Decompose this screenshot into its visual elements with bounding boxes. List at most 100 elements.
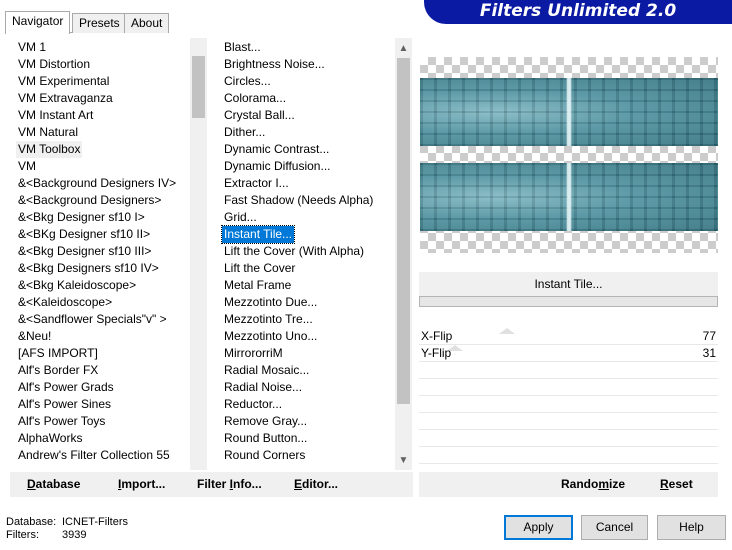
help-button[interactable]: Help — [657, 515, 726, 540]
category-item[interactable]: VM Experimental — [16, 73, 111, 90]
randomize-button-mnemonic: m — [598, 477, 610, 491]
category-item[interactable]: &<BKg Designer sf10 II> — [16, 226, 152, 243]
banner-title: Filters Unlimited 2.0 — [479, 1, 677, 21]
category-item[interactable]: Andrew's Filter Collection 55 — [16, 447, 172, 464]
filter-scroll-thumb[interactable] — [397, 58, 410, 404]
filter-item[interactable]: Dynamic Contrast... — [222, 141, 331, 158]
filter-item[interactable]: Extractor I... — [222, 175, 291, 192]
empty-slider-row — [419, 379, 718, 396]
category-item[interactable]: &<Sandflower Specials"v" > — [16, 311, 169, 328]
slider-label: Y-Flip — [421, 346, 452, 360]
category-scroll-thumb[interactable] — [192, 56, 205, 118]
reset-button-label: eset — [668, 477, 693, 491]
preview-image[interactable] — [420, 57, 718, 253]
category-item[interactable]: &<Kaleidoscope> — [16, 294, 114, 311]
filter-item[interactable]: Blast... — [222, 39, 263, 56]
category-item[interactable]: VM Distortion — [16, 56, 92, 73]
category-item[interactable]: &<Bkg Kaleidoscope> — [16, 277, 138, 294]
progress-bar — [419, 296, 718, 307]
category-item[interactable]: VM Instant Art — [16, 107, 95, 124]
database-button-label: atabase — [35, 477, 81, 491]
filter-info-button-label-pre: Filter — [197, 477, 230, 491]
cancel-button[interactable]: Cancel — [581, 515, 648, 540]
category-item[interactable]: VM Natural — [16, 124, 80, 141]
filter-item[interactable]: Reductor... — [222, 396, 284, 413]
scroll-down-arrow-icon[interactable]: ▼ — [395, 452, 412, 469]
filter-item[interactable]: Mezzotinto Due... — [222, 294, 319, 311]
filter-item[interactable]: Dynamic Diffusion... — [222, 158, 332, 175]
filter-item[interactable]: Remove Gray... — [222, 413, 309, 430]
filter-item[interactable]: Radial Mosaic... — [222, 362, 311, 379]
category-item[interactable]: VM Extravaganza — [16, 90, 115, 107]
empty-slider-row — [419, 413, 718, 430]
filter-item[interactable]: Grid... — [222, 209, 259, 226]
category-item[interactable]: &<Background Designers> — [16, 192, 163, 209]
category-item[interactable]: [AFS IMPORT] — [16, 345, 100, 362]
editor-button[interactable]: Editor... — [294, 472, 338, 497]
filter-item[interactable]: Crystal Ball... — [222, 107, 297, 124]
scroll-up-arrow-icon[interactable]: ▲ — [395, 40, 412, 57]
filter-list[interactable]: Blast... Brightness Noise... Circles... Col… — [221, 36, 395, 468]
status-database-label: Database: — [6, 516, 57, 528]
filter-item[interactable]: Brightness Noise... — [222, 56, 327, 73]
filter-scrollbar[interactable]: ▲ ▼ — [395, 38, 412, 470]
tab-about[interactable]: About — [124, 13, 170, 33]
category-item[interactable]: &<Bkg Designer sf10 I> — [16, 209, 147, 226]
tab-navigator[interactable]: Navigator — [5, 11, 71, 34]
randomize-button[interactable]: Randomize — [561, 472, 625, 497]
category-item[interactable]: VM — [16, 158, 38, 175]
empty-slider-row — [419, 396, 718, 413]
category-item[interactable]: &<Bkg Designer sf10 III> — [16, 243, 153, 260]
empty-slider-row — [419, 362, 718, 379]
category-item[interactable]: Alf's Border FX — [16, 362, 100, 379]
reset-button-mnemonic: R — [660, 477, 669, 491]
filter-item[interactable]: Mezzotinto Tre... — [222, 311, 315, 328]
filter-item[interactable]: Round Corners — [222, 447, 307, 464]
category-list[interactable]: VM 1 VM Distortion VM Experimental VM Extra… — [14, 36, 190, 468]
randomize-button-label-pre: Rando — [561, 477, 599, 491]
filter-item[interactable]: Round Button... — [222, 430, 309, 447]
category-item[interactable]: Alf's Power Toys — [16, 413, 107, 430]
category-item[interactable]: AlphaWorks — [16, 430, 84, 447]
filter-info-button[interactable]: Filter Info... — [197, 472, 262, 497]
status-filters-label: Filters: — [6, 529, 39, 541]
slider-marker — [499, 328, 515, 334]
empty-slider-row — [419, 430, 718, 447]
filter-item[interactable]: Radial Noise... — [222, 379, 304, 396]
slider-label: X-Flip — [421, 329, 453, 343]
database-button[interactable]: Database — [27, 472, 80, 497]
slider-y-flip[interactable]: Y-Flip 31 — [419, 345, 718, 362]
status-filters: Filters: 3939 — [6, 529, 86, 542]
slider-value: 31 — [702, 346, 716, 360]
category-item[interactable]: VM 1 — [16, 39, 48, 56]
filter-item[interactable]: MirrororriM — [222, 345, 285, 362]
status-database: Database: ICNET-Filters — [6, 516, 128, 529]
category-item[interactable]: VM Toolbox — [16, 141, 83, 158]
category-item[interactable]: &<Background Designers IV> — [16, 175, 178, 192]
filter-item[interactable]: Instant Tile... — [221, 225, 296, 244]
category-item[interactable]: &<Bkg Designers sf10 IV> — [16, 260, 161, 277]
reset-button[interactable]: Reset — [660, 472, 693, 497]
category-item[interactable]: Alf's Power Grads — [16, 379, 116, 396]
right-toolbar: Randomize Reset — [419, 472, 718, 497]
category-item[interactable]: &Neu! — [16, 328, 53, 345]
filter-item[interactable]: Lift the Cover — [222, 260, 297, 277]
import-button[interactable]: Import... — [118, 472, 165, 497]
current-filter-name: Instant Tile... — [419, 272, 718, 296]
preview-tile-top — [420, 78, 718, 146]
tab-presets[interactable]: Presets — [72, 13, 127, 33]
status-filters-value: 3939 — [62, 529, 87, 541]
category-scrollbar[interactable] — [190, 38, 207, 470]
filter-item[interactable]: Colorama... — [222, 90, 288, 107]
filter-item[interactable]: Mezzotinto Uno... — [222, 328, 319, 345]
slider-x-flip[interactable]: X-Flip 77 — [419, 328, 718, 345]
empty-slider-row — [419, 447, 718, 464]
filter-item[interactable]: Metal Frame — [222, 277, 293, 294]
filter-item[interactable]: Circles... — [222, 73, 273, 90]
filter-item[interactable]: Dither... — [222, 124, 267, 141]
category-item[interactable]: Alf's Power Sines — [16, 396, 113, 413]
apply-button[interactable]: Apply — [504, 515, 573, 540]
filter-item[interactable]: Lift the Cover (With Alpha) — [222, 243, 366, 260]
filter-item[interactable]: Fast Shadow (Needs Alpha) — [222, 192, 375, 209]
status-database-value: ICNET-Filters — [62, 516, 128, 528]
